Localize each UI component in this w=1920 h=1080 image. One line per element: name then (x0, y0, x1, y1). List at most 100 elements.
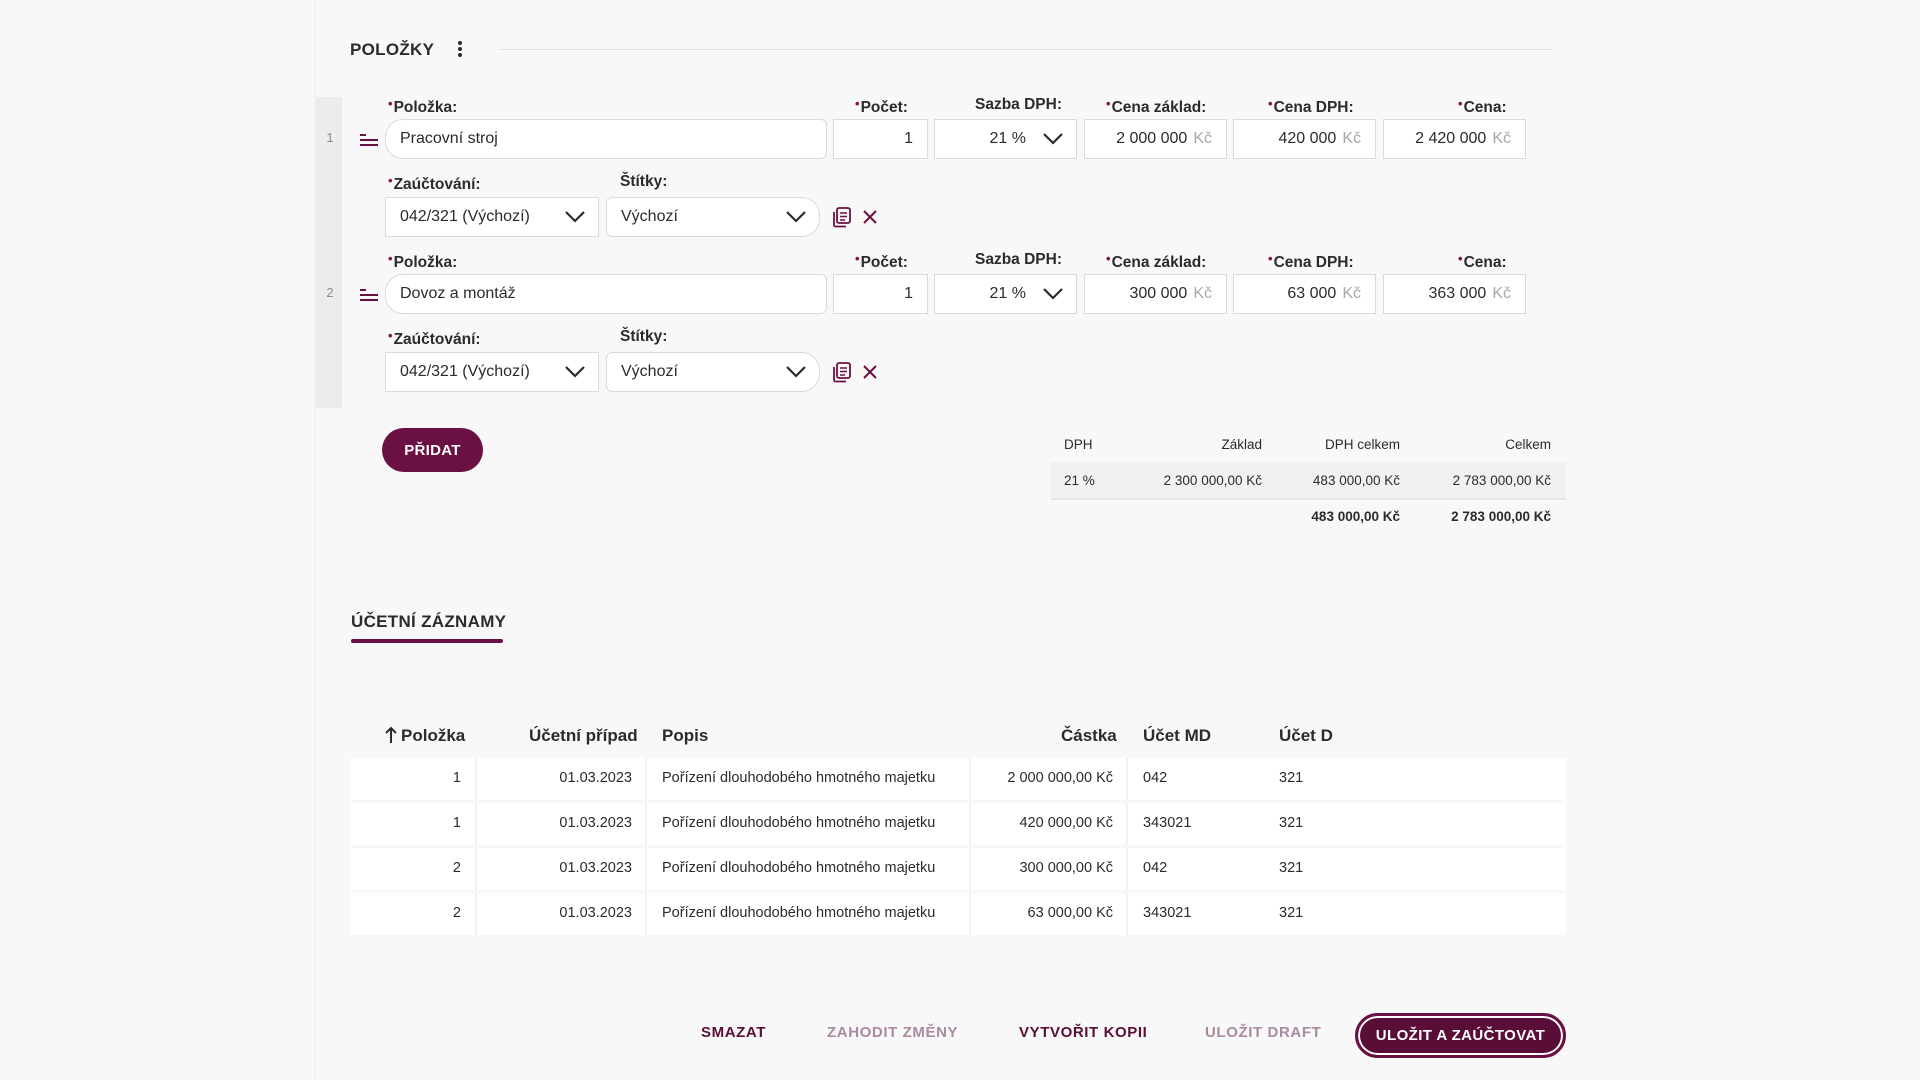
column-header-description[interactable]: Popis (662, 726, 708, 746)
tags-select[interactable]: Výchozí (606, 197, 820, 237)
vat-summary-header: Celkem (1505, 437, 1551, 452)
vat-summary-header: Základ (1221, 437, 1262, 452)
item-label: •Položka: (388, 251, 458, 271)
vat-price-label: •Cena DPH: (1268, 96, 1354, 116)
vat-price-label: •Cena DPH: (1268, 251, 1354, 271)
chevron-down-icon (565, 211, 585, 223)
chevron-down-icon (786, 211, 806, 223)
column-header-account-d[interactable]: Účet D (1279, 726, 1333, 746)
column-header-amount[interactable]: Částka (1061, 726, 1117, 746)
column-divider (475, 758, 477, 800)
column-header-case[interactable]: Účetní případ (529, 726, 638, 746)
tags-select[interactable]: Výchozí (606, 352, 820, 392)
column-divider (645, 758, 647, 800)
cell-date: 01.03.2023 (559, 815, 632, 831)
vat-rate-label: Sazba DPH: (975, 96, 1062, 113)
column-divider (1126, 893, 1128, 935)
chevron-down-icon (1043, 133, 1063, 145)
column-header-item[interactable]: Položka (401, 726, 465, 746)
drag-handle-icon[interactable] (360, 134, 378, 148)
tab-active-indicator (351, 639, 503, 643)
items-section-title: POLOŽKY (350, 40, 435, 59)
price-input[interactable]: 363 000 Kč (1383, 274, 1526, 314)
cell-description: Pořízení dlouhodobého hmotného majetku (662, 815, 936, 831)
drag-handle-icon[interactable] (360, 289, 378, 303)
base-price-input[interactable]: 300 000 Kč (1084, 274, 1227, 314)
discard-changes-button[interactable]: ZAHODIT ZMĚNY (827, 1024, 958, 1041)
vat-rate-select[interactable]: 21 % (934, 274, 1077, 314)
price-label: •Cena: (1458, 96, 1507, 116)
more-options-icon[interactable] (455, 39, 465, 61)
count-input[interactable]: 1 (833, 119, 928, 159)
accounting-select[interactable]: 042/321 (Výchozí) (385, 352, 599, 392)
delete-button[interactable]: SMAZAT (701, 1024, 766, 1041)
table-row[interactable]: 1 01.03.2023 Pořízení dlouhodobého hmotn… (351, 758, 1566, 800)
remove-row-icon[interactable] (859, 206, 881, 228)
cell-item: 1 (452, 770, 461, 786)
accounting-select[interactable]: 042/321 (Výchozí) (385, 197, 599, 237)
copy-row-icon[interactable] (831, 361, 853, 383)
item-name-input[interactable]: Pracovní stroj (385, 119, 827, 159)
count-label: •Počet: (855, 251, 908, 271)
column-divider (645, 893, 647, 935)
row-number: 2 (326, 285, 334, 300)
save-draft-button[interactable]: ULOŽIT DRAFT (1205, 1024, 1321, 1041)
row-number: 1 (326, 130, 334, 145)
vat-price-input[interactable]: 63 000 Kč (1233, 274, 1376, 314)
vat-rate-select[interactable]: 21 % (934, 119, 1077, 159)
section-divider (498, 49, 1552, 50)
cell-account-d: 321 (1279, 815, 1304, 831)
copy-row-icon[interactable] (831, 206, 853, 228)
cell-description: Pořízení dlouhodobého hmotného majetku (662, 860, 936, 876)
item-label: •Položka: (388, 96, 458, 116)
vat-summary-divider (1051, 498, 1566, 500)
vat-summary-cell: 2 300 000,00 Kč (1163, 473, 1262, 488)
table-row[interactable]: 1 01.03.2023 Pořízení dlouhodobého hmotn… (351, 803, 1566, 845)
price-label: •Cena: (1458, 251, 1507, 271)
create-copy-button[interactable]: VYTVOŘIT KOPII (1019, 1024, 1147, 1041)
accounting-label: •Zaúčtování: (388, 173, 481, 193)
count-label: •Počet: (855, 96, 908, 116)
item-name-input[interactable]: Dovoz a montáž (385, 274, 827, 314)
vat-summary-cell: 2 783 000,00 Kč (1452, 473, 1551, 488)
cell-amount: 63 000,00 Kč (1027, 905, 1113, 921)
base-price-input[interactable]: 2 000 000 Kč (1084, 119, 1227, 159)
column-divider (1126, 803, 1128, 845)
cell-account-md: 042 (1143, 770, 1168, 786)
vat-summary-cell: 21 % (1064, 473, 1095, 488)
vat-rate-label: Sazba DPH: (975, 251, 1062, 268)
tab-accounting-records[interactable]: ÚČETNÍ ZÁZNAMY (351, 612, 506, 632)
cell-item: 2 (452, 860, 461, 876)
cell-account-d: 321 (1279, 905, 1304, 921)
column-divider (1126, 758, 1128, 800)
arrow-up-icon[interactable] (384, 726, 398, 744)
base-price-label: •Cena základ: (1106, 96, 1207, 116)
count-input[interactable]: 1 (833, 274, 928, 314)
column-divider (475, 803, 477, 845)
cell-date: 01.03.2023 (559, 905, 632, 921)
vat-summary-cell: 483 000,00 Kč (1312, 473, 1400, 488)
accounting-label: •Zaúčtování: (388, 328, 481, 348)
tags-label: Štítky: (620, 328, 668, 345)
cell-item: 1 (452, 815, 461, 831)
tags-label: Štítky: (620, 173, 668, 190)
vat-summary-header: DPH (1064, 437, 1093, 452)
cell-amount: 2 000 000,00 Kč (1007, 770, 1113, 786)
cell-item: 2 (452, 905, 461, 921)
cell-amount: 420 000,00 Kč (1019, 815, 1113, 831)
column-header-account-md[interactable]: Účet MD (1143, 726, 1211, 746)
vat-summary-header: DPH celkem (1324, 437, 1400, 452)
chevron-down-icon (786, 366, 806, 378)
table-row[interactable]: 2 01.03.2023 Pořízení dlouhodobého hmotn… (351, 848, 1566, 890)
table-row[interactable]: 2 01.03.2023 Pořízení dlouhodobého hmotn… (351, 893, 1566, 935)
vat-summary-total: 483 000,00 Kč (1311, 509, 1400, 524)
column-divider (475, 848, 477, 890)
price-input[interactable]: 2 420 000 Kč (1383, 119, 1526, 159)
base-price-label: •Cena základ: (1106, 251, 1207, 271)
column-divider (645, 848, 647, 890)
add-item-button[interactable]: PŘIDAT (382, 428, 483, 472)
save-and-post-button[interactable]: ULOŽIT A ZAÚČTOVAT (1355, 1013, 1566, 1058)
remove-row-icon[interactable] (859, 361, 881, 383)
column-divider (1126, 848, 1128, 890)
vat-price-input[interactable]: 420 000 Kč (1233, 119, 1376, 159)
